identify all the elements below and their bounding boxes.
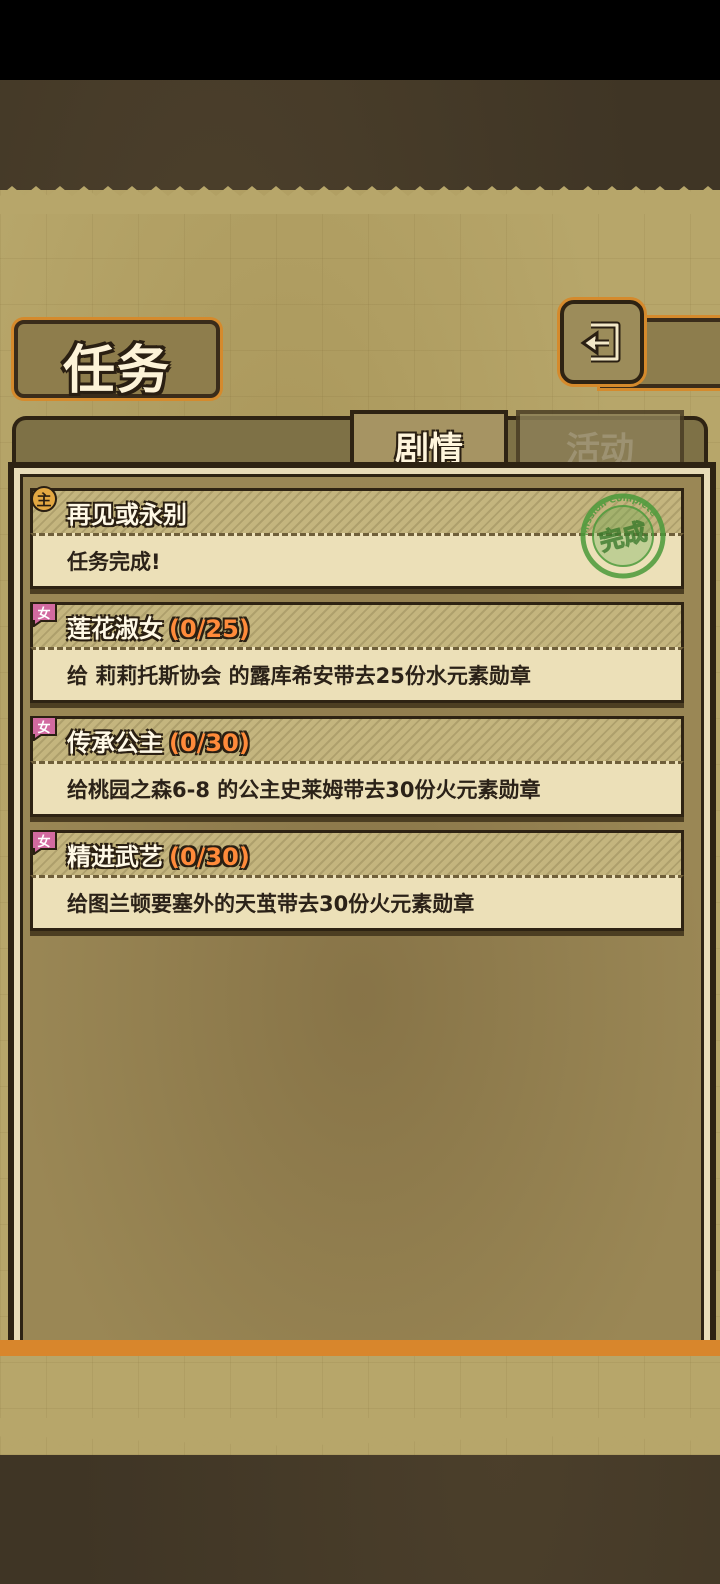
quest-title: 精进武艺 (0/30): [67, 843, 250, 871]
quest-header: 女 精进武艺 (0/30): [30, 830, 684, 875]
quest-description: 给桃园之森6-8 的公主史莱姆带去30份火元素勋章: [67, 778, 541, 802]
quest-progress: (0/30): [169, 729, 250, 757]
quest-description-box: 给桃园之森6-8 的公主史莱姆带去30份火元素勋章: [30, 761, 684, 817]
svg-text:女: 女: [37, 834, 50, 850]
complete-stamp-icon: Mission Complete 完成: [580, 493, 666, 579]
title-plate: 任务: [14, 320, 220, 401]
back-button[interactable]: [560, 300, 644, 384]
weekly-quest-badge-icon: 女: [31, 716, 57, 741]
quest-description: 给 莉莉托斯协会 的露库希安带去25份水元素勋章: [67, 664, 531, 688]
return-arrow-icon: [580, 321, 621, 363]
weekly-quest-badge-icon: 女: [31, 602, 57, 627]
quest-description: 任务完成!: [67, 550, 161, 574]
quest-description-box: 给图兰顿要塞外的天茧带去30份火元素勋章: [30, 875, 684, 931]
svg-text:女: 女: [37, 720, 50, 736]
quest-header: 女 传承公主 (0/30): [30, 716, 684, 761]
quest-progress: (0/25): [169, 615, 250, 643]
svg-text:主: 主: [36, 491, 51, 509]
torn-edge-bottom: [0, 1418, 720, 1446]
status-bar: [0, 0, 720, 80]
quest-item[interactable]: 主 再见或永别 任务完成! Mission Complete 完成: [30, 486, 684, 589]
quest-progress: (0/30): [169, 843, 250, 871]
quest-item[interactable]: 女 精进武艺 (0/30) 给图兰顿要塞外的天茧带去30份火元素勋章: [30, 830, 684, 931]
quest-item[interactable]: 女 传承公主 (0/30) 给桃园之森6-8 的公主史莱姆带去30份火元素勋章: [30, 716, 684, 817]
panel-bottom-trim: [0, 1340, 720, 1356]
tab-bar: 剧情 活动: [12, 410, 708, 478]
quest-description-box: 给 莉莉托斯协会 的露库希安带去25份水元素勋章: [30, 647, 684, 703]
quest-title: 再见或永别: [67, 501, 187, 529]
quest-description: 给图兰顿要塞外的天茧带去30份火元素勋章: [67, 892, 475, 916]
quest-title: 传承公主 (0/30): [67, 729, 250, 757]
quest-title: 莲花淑女 (0/25): [67, 615, 250, 643]
weekly-quest-badge-icon: 女: [31, 830, 57, 855]
svg-text:女: 女: [37, 606, 50, 622]
quest-item[interactable]: 女 莲花淑女 (0/25) 给 莉莉托斯协会 的露库希安带去25份水元素勋章: [30, 602, 684, 703]
quest-header: 女 莲花淑女 (0/25): [30, 602, 684, 647]
main-quest-badge-icon: 主: [31, 486, 57, 512]
torn-edge-top: [0, 186, 720, 214]
page-title: 任务: [62, 341, 171, 401]
